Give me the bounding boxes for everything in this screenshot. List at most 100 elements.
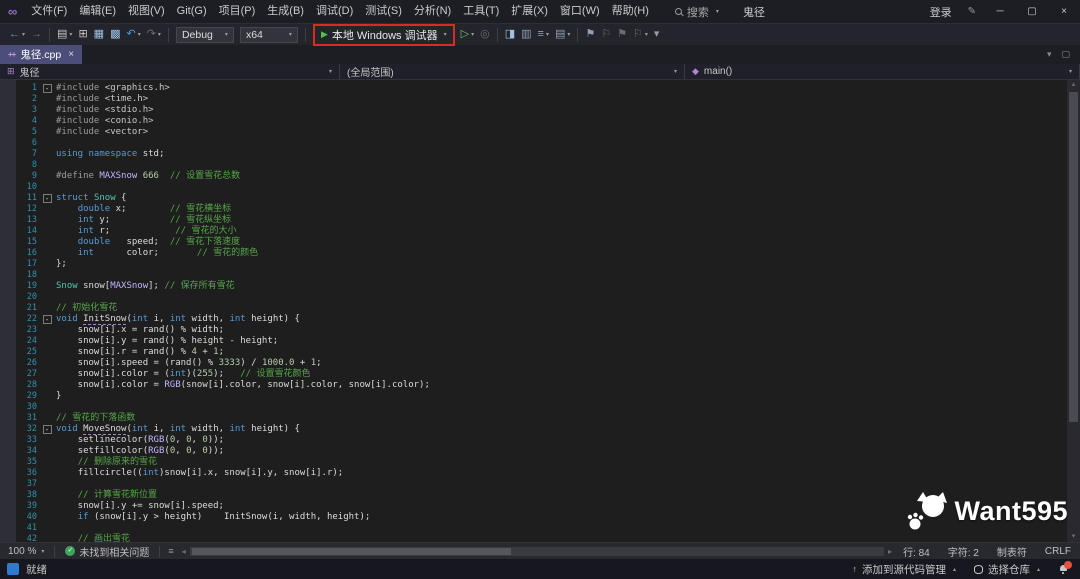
code-line[interactable]: int y; // 雪花纵坐标 (56, 215, 1080, 226)
fold-collapse-icon[interactable]: - (43, 315, 52, 324)
sign-in-button[interactable]: 登录 (922, 4, 960, 20)
add-to-source-control-button[interactable]: ↑ 添加到源代码管理 ▴ (852, 562, 956, 577)
float-window-icon[interactable]: ▢ (1061, 49, 1070, 60)
project-dropdown[interactable]: ⊞ 鬼径 ▾ (0, 64, 340, 79)
code-line[interactable] (56, 402, 1080, 413)
code-line[interactable]: setlinecolor(RGB(0, 0, 0)); (56, 435, 1080, 446)
column-indicator[interactable]: 字符: 2 (948, 544, 979, 559)
code-line[interactable]: snow[i].y = rand() % height - height; (56, 336, 1080, 347)
add-item-icon[interactable]: ⊞ (75, 25, 90, 45)
scrollbar-thumb[interactable] (1069, 92, 1078, 422)
menu-item[interactable]: 窗口(W) (554, 0, 606, 23)
menu-item[interactable]: 工具(T) (457, 0, 505, 23)
next-bookmark-icon[interactable]: ⚑ (614, 25, 630, 45)
vertical-scrollbar[interactable]: ▴ ▾ (1067, 80, 1080, 542)
select-repository-button[interactable]: 选择仓库 ▴ (974, 562, 1040, 577)
bookmark-icon[interactable]: ⚑ (582, 25, 598, 45)
zoom-control[interactable]: 100 % ▾ (0, 546, 52, 557)
clear-bookmarks-icon[interactable]: ⚐▾ (630, 25, 651, 45)
toolbar-options-icon[interactable]: ▾ (651, 25, 663, 45)
hscrollbar-thumb[interactable] (192, 548, 511, 555)
menu-item[interactable]: 文件(F) (25, 0, 73, 23)
code-line[interactable] (56, 270, 1080, 281)
code-line[interactable]: #include <graphics.h> (56, 83, 1080, 94)
search-box[interactable]: 搜索 ▾ (669, 3, 725, 21)
platform-dropdown[interactable]: x64▾ (240, 27, 298, 43)
line-indicator[interactable]: 行: 84 (903, 544, 930, 559)
start-debugging-button[interactable]: ▶本地 Windows 调试器▾ (315, 26, 453, 44)
code-line[interactable]: // 雪花的下落函数 (56, 413, 1080, 424)
code-line[interactable]: void InitSnow(int i, int width, int heig… (56, 314, 1080, 325)
fold-margin[interactable]: ---- (40, 80, 54, 542)
code-line[interactable]: #include <time.h> (56, 94, 1080, 105)
code-line[interactable]: int r; // 雪花的大小 (56, 226, 1080, 237)
scope-dropdown[interactable]: (全局范围) ▾ (340, 64, 685, 79)
scroll-right-icon[interactable]: ▸ (886, 547, 894, 556)
horizontal-scrollbar[interactable] (190, 547, 884, 556)
eol-indicator[interactable]: CRLF (1045, 546, 1071, 557)
code-line[interactable]: } (56, 391, 1080, 402)
fold-collapse-icon[interactable]: - (43, 84, 52, 93)
code-lines[interactable]: #include <graphics.h>#include <time.h>#i… (54, 80, 1080, 542)
breakpoint-margin[interactable] (0, 80, 16, 542)
code-line[interactable]: int color; // 雪花的颜色 (56, 248, 1080, 259)
code-line[interactable]: snow[i].color = RGB(snow[i].color, snow[… (56, 380, 1080, 391)
code-line[interactable]: snow[i].r = rand() % 4 + 1; (56, 347, 1080, 358)
properties-icon[interactable]: ≡▾ (535, 25, 552, 45)
scroll-up-icon[interactable]: ▴ (1067, 80, 1080, 90)
code-line[interactable]: struct Snow { (56, 193, 1080, 204)
new-file-icon[interactable]: ▤▾ (54, 25, 75, 45)
code-line[interactable] (56, 138, 1080, 149)
menu-item[interactable]: 调试(D) (310, 0, 359, 23)
code-line[interactable]: void MoveSnow(int i, int width, int heig… (56, 424, 1080, 435)
solution-explorer-icon[interactable]: ◨ (502, 25, 518, 45)
code-line[interactable]: // 删除原来的雪花 (56, 457, 1080, 468)
save-all-icon[interactable]: ▩ (107, 25, 123, 45)
start-without-debugging-icon[interactable]: ▷▾ (458, 25, 477, 45)
code-line[interactable]: #include <vector> (56, 127, 1080, 138)
code-line[interactable]: // 初始化雪花 (56, 303, 1080, 314)
code-line[interactable] (56, 292, 1080, 303)
menu-item[interactable]: Git(G) (171, 0, 213, 23)
prev-bookmark-icon[interactable]: ⚐ (598, 25, 614, 45)
menu-item[interactable]: 帮助(H) (606, 0, 655, 23)
scroll-left-icon[interactable]: ◂ (180, 547, 188, 556)
code-line[interactable]: #include <conio.h> (56, 116, 1080, 127)
code-line[interactable]: setfillcolor(RGB(0, 0, 0)); (56, 446, 1080, 457)
team-explorer-icon[interactable]: ▥ (518, 25, 534, 45)
redo-icon[interactable]: ↷▾ (144, 25, 164, 45)
background-tasks-icon[interactable] (7, 563, 19, 575)
menu-item[interactable]: 扩展(X) (505, 0, 554, 23)
code-cleanup-icon[interactable]: ≡ (162, 546, 179, 556)
code-line[interactable] (56, 160, 1080, 171)
code-line[interactable]: snow[i].color = (int)(255); // 设置雪花颜色 (56, 369, 1080, 380)
menu-item[interactable]: 编辑(E) (73, 0, 122, 23)
code-editor[interactable]: 1234567891011121314151617181920212223242… (0, 80, 1080, 542)
fold-collapse-icon[interactable]: - (43, 425, 52, 434)
undo-icon[interactable]: ↶▾ (123, 25, 143, 45)
menu-item[interactable]: 项目(P) (213, 0, 262, 23)
menu-item[interactable]: 分析(N) (408, 0, 457, 23)
code-line[interactable]: Snow snow[MAXSnow]; // 保存所有雪花 (56, 281, 1080, 292)
health-indicator[interactable]: ✓ 未找到相关问题 (57, 544, 157, 559)
save-icon[interactable]: ▦ (91, 25, 107, 45)
output-window-icon[interactable]: ▤▾ (552, 25, 573, 45)
code-line[interactable]: snow[i].speed = (rand() % 3333) / 1000.0… (56, 358, 1080, 369)
code-line[interactable]: double speed; // 雪花下落速度 (56, 237, 1080, 248)
feedback-icon[interactable]: ✎ (960, 6, 984, 17)
tab-close-icon[interactable]: × (68, 49, 74, 60)
code-line[interactable]: fillcircle((int)snow[i].x, snow[i].y, sn… (56, 468, 1080, 479)
code-line[interactable]: }; (56, 259, 1080, 270)
configuration-dropdown[interactable]: Debug▾ (176, 27, 234, 43)
back-icon[interactable]: ←▾ (6, 25, 28, 45)
member-dropdown[interactable]: ◆ main() ▾ (685, 64, 1080, 79)
menu-item[interactable]: 视图(V) (122, 0, 171, 23)
tabs-indicator[interactable]: 制表符 (997, 544, 1027, 559)
menu-item[interactable]: 生成(B) (261, 0, 310, 23)
code-line[interactable]: #include <stdio.h> (56, 105, 1080, 116)
code-line[interactable]: snow[i].x = rand() % width; (56, 325, 1080, 336)
close-button[interactable]: × (1048, 0, 1080, 23)
scroll-down-icon[interactable]: ▾ (1067, 532, 1080, 542)
forward-icon[interactable]: → (28, 25, 45, 45)
tab-guijing-cpp[interactable]: ++ 鬼径.cpp × (0, 45, 82, 64)
